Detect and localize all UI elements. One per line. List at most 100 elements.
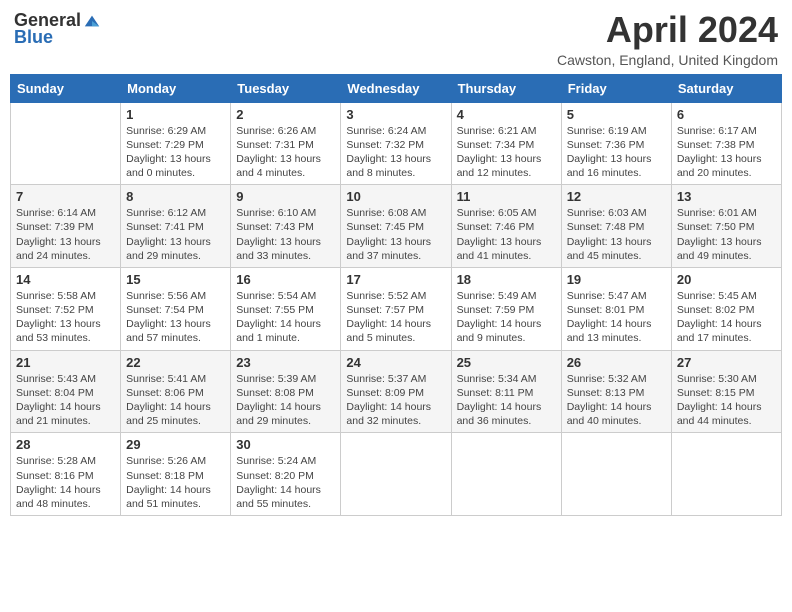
- day-info: Sunrise: 5:30 AMSunset: 8:15 PMDaylight:…: [677, 372, 776, 429]
- calendar-header-row: SundayMondayTuesdayWednesdayThursdayFrid…: [11, 74, 782, 102]
- calendar-cell: 15 Sunrise: 5:56 AMSunset: 7:54 PMDayligh…: [121, 267, 231, 350]
- calendar-cell: [341, 433, 451, 516]
- day-number: 28: [16, 437, 115, 452]
- day-number: 22: [126, 355, 225, 370]
- day-number: 11: [457, 189, 556, 204]
- calendar-cell: 10Sunrise: 6:08 AMSunset: 7:45 PMDayligh…: [341, 185, 451, 268]
- day-info: Sunrise: 6:10 AMSunset: 7:43 PMDaylight:…: [236, 206, 335, 263]
- day-number: 18: [457, 272, 556, 287]
- calendar-cell: 4 Sunrise: 6:21 AMSunset: 7:34 PMDaylight…: [451, 102, 561, 185]
- day-info: Sunrise: 5:52 AMSunset: 7:57 PMDaylight:…: [346, 289, 445, 346]
- day-number: 2: [236, 107, 335, 122]
- calendar-table: SundayMondayTuesdayWednesdayThursdayFrid…: [10, 74, 782, 516]
- calendar-cell: 24 Sunrise: 5:37 AMSunset: 8:09 PMDayligh…: [341, 350, 451, 433]
- calendar-cell: 22 Sunrise: 5:41 AMSunset: 8:06 PMDayligh…: [121, 350, 231, 433]
- col-header-thursday: Thursday: [451, 74, 561, 102]
- day-number: 19: [567, 272, 666, 287]
- day-number: 23: [236, 355, 335, 370]
- day-number: 1: [126, 107, 225, 122]
- day-number: 13: [677, 189, 776, 204]
- day-number: 4: [457, 107, 556, 122]
- day-info: Sunrise: 5:28 AMSunset: 8:16 PMDaylight:…: [16, 454, 115, 511]
- day-info: Sunrise: 6:14 AMSunset: 7:39 PMDaylight:…: [16, 206, 115, 263]
- day-info: Sunrise: 5:56 AMSunset: 7:54 PMDaylight:…: [126, 289, 225, 346]
- day-number: 25: [457, 355, 556, 370]
- day-number: 24: [346, 355, 445, 370]
- day-number: 16: [236, 272, 335, 287]
- col-header-sunday: Sunday: [11, 74, 121, 102]
- calendar-cell: [561, 433, 671, 516]
- calendar-cell: 25 Sunrise: 5:34 AMSunset: 8:11 PMDayligh…: [451, 350, 561, 433]
- day-number: 29: [126, 437, 225, 452]
- day-number: 6: [677, 107, 776, 122]
- day-info: Sunrise: 5:37 AMSunset: 8:09 PMDaylight:…: [346, 372, 445, 429]
- calendar-body: 1 Sunrise: 6:29 AMSunset: 7:29 PMDaylight…: [11, 102, 782, 515]
- day-info: Sunrise: 6:19 AMSunset: 7:36 PMDaylight:…: [567, 124, 666, 181]
- day-info: Sunrise: 6:29 AMSunset: 7:29 PMDaylight:…: [126, 124, 225, 181]
- calendar-cell: 6 Sunrise: 6:17 AMSunset: 7:38 PMDaylight…: [671, 102, 781, 185]
- day-info: Sunrise: 5:41 AMSunset: 8:06 PMDaylight:…: [126, 372, 225, 429]
- month-title: April 2024: [557, 10, 778, 50]
- calendar-cell: [671, 433, 781, 516]
- calendar-cell: 28 Sunrise: 5:28 AMSunset: 8:16 PMDayligh…: [11, 433, 121, 516]
- week-row-2: 7 Sunrise: 6:14 AMSunset: 7:39 PMDaylight…: [11, 185, 782, 268]
- day-number: 21: [16, 355, 115, 370]
- calendar-cell: 17 Sunrise: 5:52 AMSunset: 7:57 PMDayligh…: [341, 267, 451, 350]
- calendar-cell: 9 Sunrise: 6:10 AMSunset: 7:43 PMDaylight…: [231, 185, 341, 268]
- calendar-cell: 29 Sunrise: 5:26 AMSunset: 8:18 PMDayligh…: [121, 433, 231, 516]
- calendar-cell: 3 Sunrise: 6:24 AMSunset: 7:32 PMDaylight…: [341, 102, 451, 185]
- day-number: 10: [346, 189, 445, 204]
- week-row-5: 28 Sunrise: 5:28 AMSunset: 8:16 PMDayligh…: [11, 433, 782, 516]
- day-number: 30: [236, 437, 335, 452]
- day-info: Sunrise: 6:26 AMSunset: 7:31 PMDaylight:…: [236, 124, 335, 181]
- day-info: Sunrise: 5:24 AMSunset: 8:20 PMDaylight:…: [236, 454, 335, 511]
- day-info: Sunrise: 6:03 AMSunset: 7:48 PMDaylight:…: [567, 206, 666, 263]
- day-info: Sunrise: 5:58 AMSunset: 7:52 PMDaylight:…: [16, 289, 115, 346]
- day-number: 26: [567, 355, 666, 370]
- calendar-cell: 20Sunrise: 5:45 AMSunset: 8:02 PMDayligh…: [671, 267, 781, 350]
- day-number: 7: [16, 189, 115, 204]
- col-header-tuesday: Tuesday: [231, 74, 341, 102]
- calendar-cell: 14Sunrise: 5:58 AMSunset: 7:52 PMDayligh…: [11, 267, 121, 350]
- calendar-cell: 26 Sunrise: 5:32 AMSunset: 8:13 PMDayligh…: [561, 350, 671, 433]
- calendar-cell: 5 Sunrise: 6:19 AMSunset: 7:36 PMDaylight…: [561, 102, 671, 185]
- day-number: 17: [346, 272, 445, 287]
- day-number: 20: [677, 272, 776, 287]
- calendar-cell: 16 Sunrise: 5:54 AMSunset: 7:55 PMDayligh…: [231, 267, 341, 350]
- day-info: Sunrise: 5:32 AMSunset: 8:13 PMDaylight:…: [567, 372, 666, 429]
- day-number: 5: [567, 107, 666, 122]
- week-row-4: 21Sunrise: 5:43 AMSunset: 8:04 PMDayligh…: [11, 350, 782, 433]
- calendar-cell: 19Sunrise: 5:47 AMSunset: 8:01 PMDayligh…: [561, 267, 671, 350]
- col-header-wednesday: Wednesday: [341, 74, 451, 102]
- day-number: 8: [126, 189, 225, 204]
- day-number: 3: [346, 107, 445, 122]
- calendar-cell: 11 Sunrise: 6:05 AMSunset: 7:46 PMDayligh…: [451, 185, 561, 268]
- day-info: Sunrise: 6:21 AMSunset: 7:34 PMDaylight:…: [457, 124, 556, 181]
- day-info: Sunrise: 5:49 AMSunset: 7:59 PMDaylight:…: [457, 289, 556, 346]
- day-info: Sunrise: 5:54 AMSunset: 7:55 PMDaylight:…: [236, 289, 335, 346]
- day-number: 15: [126, 272, 225, 287]
- day-info: Sunrise: 6:17 AMSunset: 7:38 PMDaylight:…: [677, 124, 776, 181]
- day-info: Sunrise: 5:34 AMSunset: 8:11 PMDaylight:…: [457, 372, 556, 429]
- calendar-cell: 7 Sunrise: 6:14 AMSunset: 7:39 PMDaylight…: [11, 185, 121, 268]
- calendar-cell: [451, 433, 561, 516]
- col-header-monday: Monday: [121, 74, 231, 102]
- calendar-cell: 30 Sunrise: 5:24 AMSunset: 8:20 PMDayligh…: [231, 433, 341, 516]
- day-info: Sunrise: 6:24 AMSunset: 7:32 PMDaylight:…: [346, 124, 445, 181]
- day-info: Sunrise: 6:05 AMSunset: 7:46 PMDaylight:…: [457, 206, 556, 263]
- week-row-1: 1 Sunrise: 6:29 AMSunset: 7:29 PMDaylight…: [11, 102, 782, 185]
- calendar-cell: 12Sunrise: 6:03 AMSunset: 7:48 PMDayligh…: [561, 185, 671, 268]
- day-number: 9: [236, 189, 335, 204]
- day-number: 27: [677, 355, 776, 370]
- page-header: General Blue April 2024 Cawston, England…: [10, 10, 782, 68]
- calendar-cell: 27 Sunrise: 5:30 AMSunset: 8:15 PMDayligh…: [671, 350, 781, 433]
- col-header-saturday: Saturday: [671, 74, 781, 102]
- calendar-cell: [11, 102, 121, 185]
- calendar-cell: 18 Sunrise: 5:49 AMSunset: 7:59 PMDayligh…: [451, 267, 561, 350]
- calendar-cell: 13Sunrise: 6:01 AMSunset: 7:50 PMDayligh…: [671, 185, 781, 268]
- day-info: Sunrise: 5:26 AMSunset: 8:18 PMDaylight:…: [126, 454, 225, 511]
- calendar-cell: 21Sunrise: 5:43 AMSunset: 8:04 PMDayligh…: [11, 350, 121, 433]
- calendar-cell: 2 Sunrise: 6:26 AMSunset: 7:31 PMDaylight…: [231, 102, 341, 185]
- logo-icon: [83, 12, 101, 30]
- day-info: Sunrise: 5:39 AMSunset: 8:08 PMDaylight:…: [236, 372, 335, 429]
